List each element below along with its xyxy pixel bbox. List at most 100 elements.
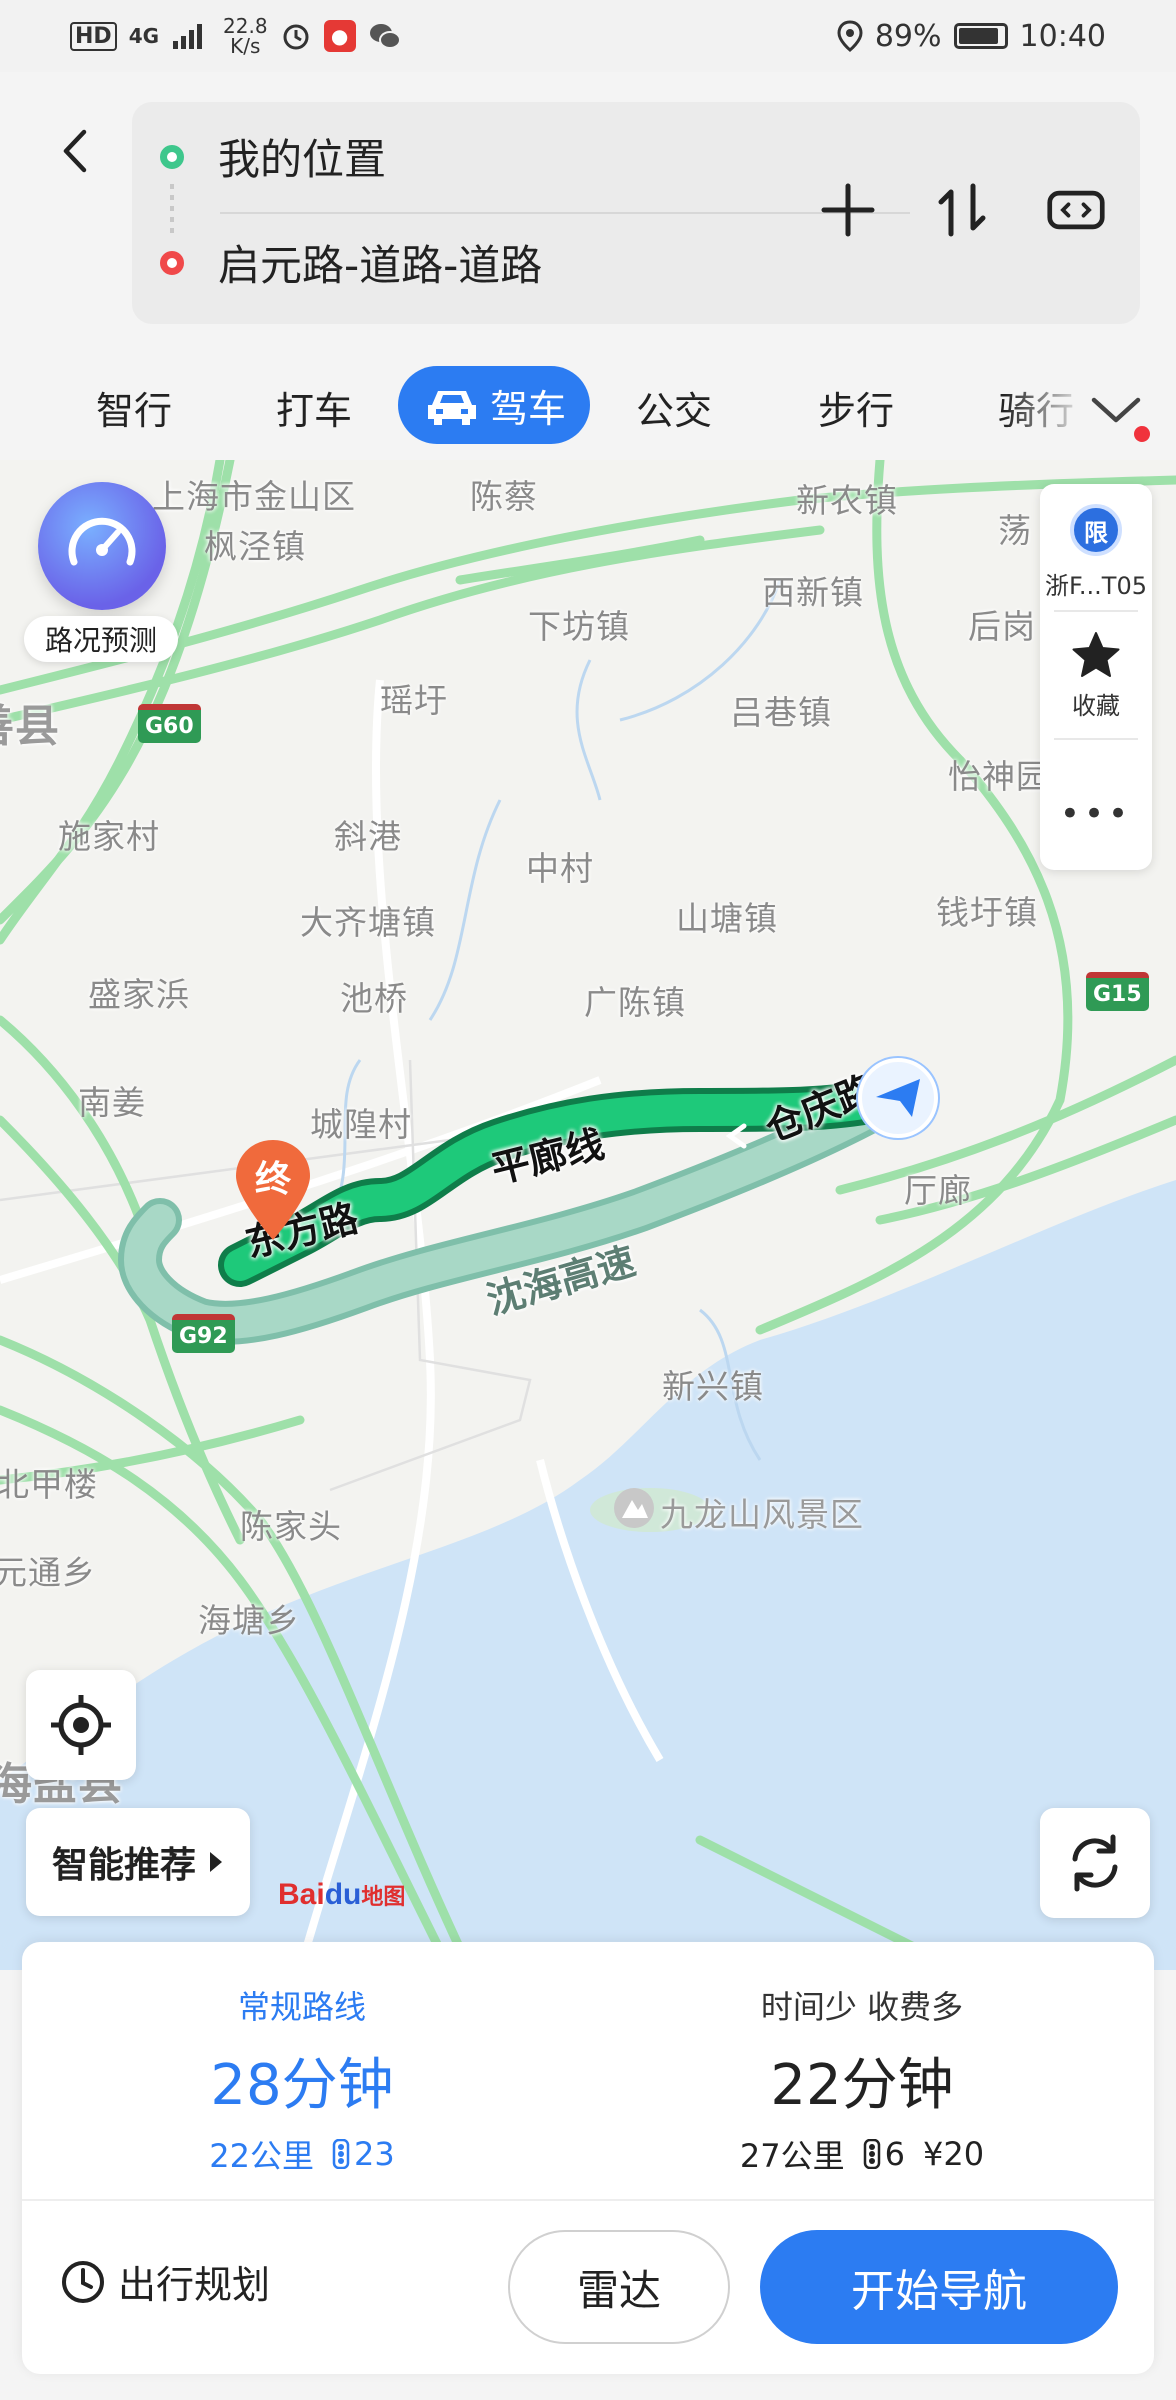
place-label: 下坊镇 — [528, 607, 630, 646]
back-button[interactable] — [50, 126, 100, 176]
map-side-panel: 限 浙F...T05 收藏 ••• — [1040, 484, 1152, 870]
start-dot-icon — [160, 144, 184, 169]
refresh-button[interactable] — [1040, 1808, 1150, 1918]
end-point-label: 启元路-道路-道路 — [218, 241, 543, 290]
more-icon: ••• — [1059, 794, 1133, 834]
notification-dot — [1134, 426, 1150, 442]
route-distance: 22公里 — [209, 2137, 314, 2175]
map-view[interactable]: 上海市金山区 枫泾镇 陈蔡 新农镇 荡 西新镇 下坊镇 后岗 善县 瑶圩 吕巷镇… — [0, 460, 1176, 1970]
traffic-light-count: 23 — [332, 2135, 395, 2173]
route-header: 我的位置 启元路-道路-道路 智行 打车 驾车 公交 步行 骑行 — [0, 72, 1176, 462]
place-label: 山塘镇 — [676, 899, 778, 938]
radar-label: 雷达 — [576, 2265, 661, 2315]
more-button[interactable]: ••• — [1040, 774, 1152, 854]
route-preference-button[interactable] — [1046, 180, 1106, 240]
place-label: 厅廊 — [904, 1171, 972, 1210]
route-meta: 22公里 23 — [22, 2131, 582, 2177]
status-left: HD 4G 22.8 K/s ● — [70, 16, 402, 56]
plate-limit-button[interactable]: 限 浙F...T05 — [1040, 504, 1152, 601]
place-label: 池桥 — [340, 979, 408, 1018]
place-label: 大齐塘镇 — [300, 903, 436, 942]
route-summary-card: 常规路线 28分钟 22公里 23 时间少 收费多 22分钟 27公里 6 ¥2… — [22, 1942, 1154, 2374]
network-label: 4G — [128, 24, 160, 48]
place-label: 钱圩镇 — [936, 893, 1038, 932]
route-duration: 28分钟 — [210, 2053, 394, 2118]
traffic-forecast-label: 路况预测 — [24, 616, 178, 662]
traffic-light-icon — [332, 2139, 350, 2169]
place-label: 斜港 — [334, 817, 402, 856]
start-point-row[interactable]: 我的位置 — [160, 126, 386, 187]
card-divider — [22, 2199, 1154, 2201]
logo-paw: du — [324, 1878, 362, 1911]
traffic-light-value: 6 — [884, 2135, 905, 2173]
baidu-map-logo: Baidu地图 — [278, 1878, 405, 1912]
travel-mode-tabs: 智行 打车 驾车 公交 步行 骑行 — [0, 352, 1176, 462]
map-base — [0, 460, 1176, 1970]
route-divider — [220, 212, 910, 214]
route-option-2[interactable]: 时间少 收费多 22分钟 27公里 6 ¥20 — [582, 1982, 1142, 2177]
triangle-right-icon — [210, 1852, 222, 1872]
tab-bus[interactable]: 公交 — [636, 380, 712, 435]
route-input-box: 我的位置 启元路-道路-道路 — [132, 102, 1140, 324]
navigation-arrow-icon — [876, 1079, 920, 1117]
traffic-forecast-button[interactable]: 路况预测 — [24, 482, 178, 662]
signal-icon — [173, 24, 203, 49]
place-label: 荡 — [998, 511, 1032, 550]
start-navigation-label: 开始导航 — [851, 2266, 1027, 2317]
route-option-1[interactable]: 常规路线 28分钟 22公里 23 — [22, 1982, 582, 2177]
swap-icon — [938, 183, 986, 237]
status-right: 89% 10:40 — [837, 19, 1106, 54]
scenic-label: 九龙山风景区 — [660, 1495, 864, 1534]
plate-label: 浙F...T05 — [1044, 572, 1148, 600]
route-tag: 时间少 收费多 — [760, 1988, 964, 2026]
destination-pin-label: 终 — [254, 1159, 291, 1200]
place-label: 陈蔡 — [470, 477, 538, 516]
route-toll: ¥20 — [923, 2135, 985, 2173]
limit-icon: 限 — [1070, 504, 1122, 556]
tab-smart[interactable]: 智行 — [96, 380, 172, 435]
destination-marker[interactable]: 终 — [232, 1136, 314, 1246]
tab-taxi[interactable]: 打车 — [276, 380, 352, 435]
highway-shield: G60 — [138, 704, 201, 743]
place-label: 北甲楼 — [0, 1465, 98, 1504]
back-arrow-icon — [63, 129, 87, 173]
smart-recommend-button[interactable]: 智能推荐 — [26, 1808, 250, 1916]
favorite-button[interactable]: 收藏 — [1040, 630, 1152, 721]
net-speed: 22.8 K/s — [223, 16, 268, 56]
trip-plan-button[interactable]: 出行规划 — [60, 2254, 270, 2309]
logo-sub: 地图 — [361, 1884, 406, 1909]
route-tag: 常规路线 — [237, 1988, 366, 2026]
radar-button[interactable]: 雷达 — [508, 2230, 730, 2344]
logo-text: Bai — [278, 1878, 325, 1911]
locate-me-button[interactable] — [26, 1670, 136, 1780]
highway-shield: G92 — [172, 1314, 235, 1353]
place-label: 盛家浜 — [88, 975, 190, 1014]
tab-drive-label: 驾车 — [490, 386, 567, 431]
start-point-label: 我的位置 — [218, 135, 387, 184]
place-label: 枫泾镇 — [204, 527, 306, 566]
plus-icon — [821, 183, 875, 237]
start-navigation-button[interactable]: 开始导航 — [760, 2230, 1118, 2344]
battery-percent: 89% — [874, 18, 942, 54]
route-connector — [170, 184, 174, 234]
speedometer-icon — [38, 482, 166, 610]
mic-icon: ● — [323, 20, 356, 52]
place-label: 南姜 — [78, 1083, 146, 1122]
place-label: 瑶圩 — [380, 681, 448, 720]
place-label: 陈家头 — [240, 1507, 342, 1546]
clock-icon — [62, 2260, 104, 2303]
place-label: 新兴镇 — [662, 1367, 764, 1406]
highway-shield: G15 — [1086, 972, 1149, 1011]
net-speed-value: 22.8 — [223, 14, 268, 38]
tab-walk[interactable]: 步行 — [818, 380, 894, 435]
end-point-row[interactable]: 启元路-道路-道路 — [160, 232, 542, 293]
current-location-marker — [858, 1058, 938, 1138]
place-label: 善县 — [0, 701, 60, 752]
add-waypoint-button[interactable] — [818, 180, 878, 240]
location-icon — [837, 20, 863, 52]
car-icon — [428, 391, 476, 425]
place-label: 施家村 — [58, 817, 160, 856]
tab-drive[interactable]: 驾车 — [398, 366, 591, 444]
swap-route-button[interactable] — [932, 180, 992, 240]
refresh-icon — [1072, 1834, 1118, 1892]
